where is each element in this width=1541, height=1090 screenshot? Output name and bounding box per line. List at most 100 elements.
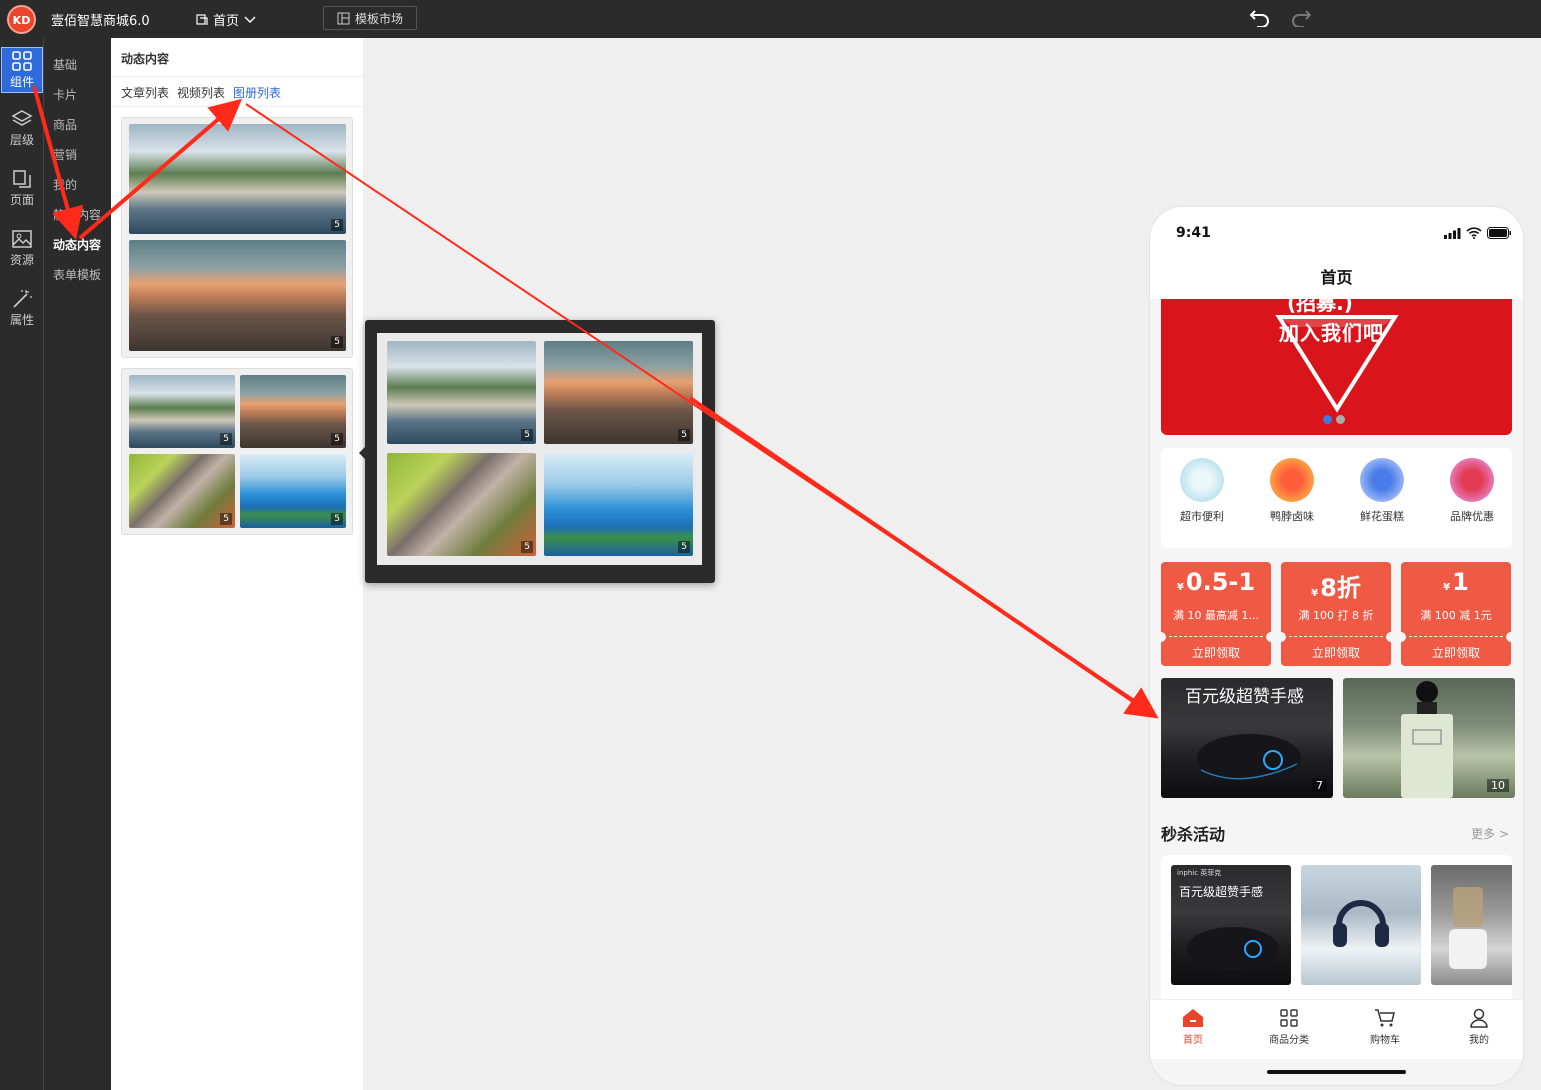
rail-item-layers[interactable]: 层级 (0, 105, 44, 151)
category-item[interactable]: 鸭脖卤味 (1257, 458, 1327, 524)
status-icons (1444, 227, 1511, 239)
category-item[interactable]: 超市便利 (1167, 458, 1237, 524)
annotation-arrow (688, 396, 1159, 719)
coupon-value: ¥1 (1401, 568, 1511, 596)
rail-item-properties[interactable]: 属性 (0, 285, 44, 331)
photo-count-badge: 5 (331, 513, 343, 525)
flash-sale-item[interactable] (1431, 865, 1512, 985)
album-promo-image[interactable]: 10 (1343, 678, 1515, 798)
undo-icon[interactable] (1249, 7, 1271, 27)
divider (111, 76, 363, 77)
photo-count-badge: 5 (521, 541, 533, 553)
status-bar: 9:41 (1150, 207, 1523, 267)
category-column: 基础 卡片 商品 营销 我的 静态内容 动态内容 表单模板 (44, 38, 111, 1090)
album-photo: 5 (129, 375, 235, 448)
flash-sale-item[interactable] (1301, 865, 1421, 985)
album-template-grid[interactable]: 5 5 5 5 (121, 368, 353, 535)
album-photo: 5 (387, 341, 536, 444)
template-icon (337, 12, 350, 24)
mouse-graphic (1187, 927, 1279, 971)
category-static[interactable]: 静态内容 (53, 206, 101, 223)
photo-count-badge: 5 (678, 541, 690, 553)
page-switch-dropdown[interactable]: 首页 (196, 10, 256, 29)
blender-graphic (1449, 887, 1487, 969)
rail-item-pages[interactable]: 页面 (0, 165, 44, 211)
currency-symbol: ¥ (1176, 582, 1184, 593)
category-label: 超市便利 (1180, 510, 1224, 523)
phone-nav-title: 首页 (1150, 259, 1523, 299)
wifi-icon (1466, 227, 1482, 239)
coupon-claim-button[interactable]: 立即领取 (1281, 644, 1391, 661)
coupon-amount: 0.5-1 (1185, 568, 1256, 596)
category-basic[interactable]: 基础 (53, 56, 77, 73)
carousel-dot[interactable] (1323, 415, 1332, 424)
home-icon (1183, 1009, 1203, 1027)
photo-count-badge: 5 (331, 336, 343, 348)
category-goods[interactable]: 商品 (53, 116, 77, 133)
promo-title: 百元级超赞手感 (1185, 687, 1304, 707)
divider (111, 106, 363, 107)
tab-album-list[interactable]: 图册列表 (233, 84, 281, 101)
coupon-card[interactable]: ¥1 满 100 减 1元 立即领取 (1396, 562, 1516, 666)
photo-count-badge: 5 (220, 513, 232, 525)
coupon-claim-button[interactable]: 立即领取 (1161, 644, 1271, 661)
battery-icon (1487, 227, 1511, 239)
category-form[interactable]: 表单模板 (53, 266, 101, 283)
coupon-notch (1386, 632, 1396, 642)
tab-categories[interactable]: 商品分类 (1254, 1008, 1324, 1046)
category-label: 鸭脖卤味 (1270, 510, 1314, 523)
product-caption: 百元级超赞手感 (1179, 885, 1264, 899)
coupon-card[interactable]: ¥0.5-1 满 10 最高减 1... 立即领取 (1156, 562, 1276, 666)
album-photo: 5 (544, 341, 693, 444)
top-bar: KD 壹佰智慧商城6.0 首页 模板市场 (0, 0, 1541, 38)
tab-video-list[interactable]: 视频列表 (177, 84, 225, 101)
category-item[interactable]: 鲜花蛋糕 (1347, 458, 1417, 524)
app-logo: KD (7, 5, 36, 34)
rail-item-resources[interactable]: 资源 (0, 225, 44, 271)
category-mine[interactable]: 我的 (53, 176, 77, 193)
album-template-two-rows[interactable]: 5 5 (121, 117, 353, 358)
coupon-notch (1506, 632, 1516, 642)
category-item[interactable]: 品牌优惠 (1437, 458, 1507, 524)
tab-article-list[interactable]: 文章列表 (121, 84, 169, 101)
coupon-value: ¥8折 (1281, 568, 1391, 603)
album-promo-image[interactable]: 百元级超赞手感 7 (1161, 678, 1333, 798)
banner-carousel[interactable]: (招募.) 加入我们吧 (1161, 299, 1512, 435)
coupon-card[interactable]: ¥8折 满 100 打 8 折 立即领取 (1276, 562, 1396, 666)
tab-home[interactable]: 首页 (1158, 1008, 1228, 1046)
signal-icon (1444, 227, 1461, 239)
product-brand: inphic 英菲克 (1177, 869, 1222, 877)
album-photo: 5 (129, 124, 346, 234)
grid-icon (12, 50, 32, 71)
component-panel: 动态内容 文章列表 视频列表 图册列表 5 5 5 5 5 5 (111, 38, 363, 1090)
coupon-notch (1276, 632, 1286, 642)
flash-sale-more-link[interactable]: 更多 > (1471, 825, 1509, 842)
category-marketing[interactable]: 营销 (53, 146, 77, 163)
template-market-label: 模板市场 (354, 11, 403, 26)
category-card[interactable]: 卡片 (53, 86, 77, 103)
redo-icon[interactable] (1290, 7, 1312, 27)
carousel-dot[interactable] (1336, 415, 1345, 424)
coupon-claim-button[interactable]: 立即领取 (1401, 644, 1511, 661)
tab-label: 我的 (1469, 1035, 1489, 1046)
category-dynamic[interactable]: 动态内容 (53, 236, 101, 253)
category-label: 鲜花蛋糕 (1360, 510, 1404, 523)
rail-label: 页面 (9, 192, 34, 207)
flash-sale-item[interactable]: inphic 英菲克 百元级超赞手感 (1171, 865, 1291, 985)
tab-cart[interactable]: 购物车 (1350, 1008, 1420, 1046)
divider (1169, 636, 1263, 637)
rail-item-components[interactable]: 组件 (1, 47, 43, 93)
cart-icon (1375, 1009, 1395, 1027)
tab-mine[interactable]: 我的 (1444, 1008, 1514, 1046)
preview-grid: 5 5 5 5 (377, 333, 702, 565)
currency-symbol: ¥ (1311, 588, 1319, 599)
category-grid: 超市便利 鸭脖卤味 鲜花蛋糕 品牌优惠 (1161, 448, 1512, 548)
phone-preview: 9:41 首页 (招募.) 加入我们吧 超市便利 鸭脖卤味 鲜花蛋糕 品牌优惠 … (1150, 207, 1523, 1085)
photo-count-badge: 5 (678, 429, 690, 441)
kettle-icon (1180, 458, 1224, 502)
carousel-dots (1323, 415, 1345, 424)
template-market-button[interactable]: 模板市场 (323, 6, 417, 30)
album-photo: 5 (240, 454, 346, 528)
coupon-condition: 满 100 打 8 折 (1298, 609, 1374, 622)
coupon-condition: 满 100 减 1元 (1420, 609, 1492, 622)
